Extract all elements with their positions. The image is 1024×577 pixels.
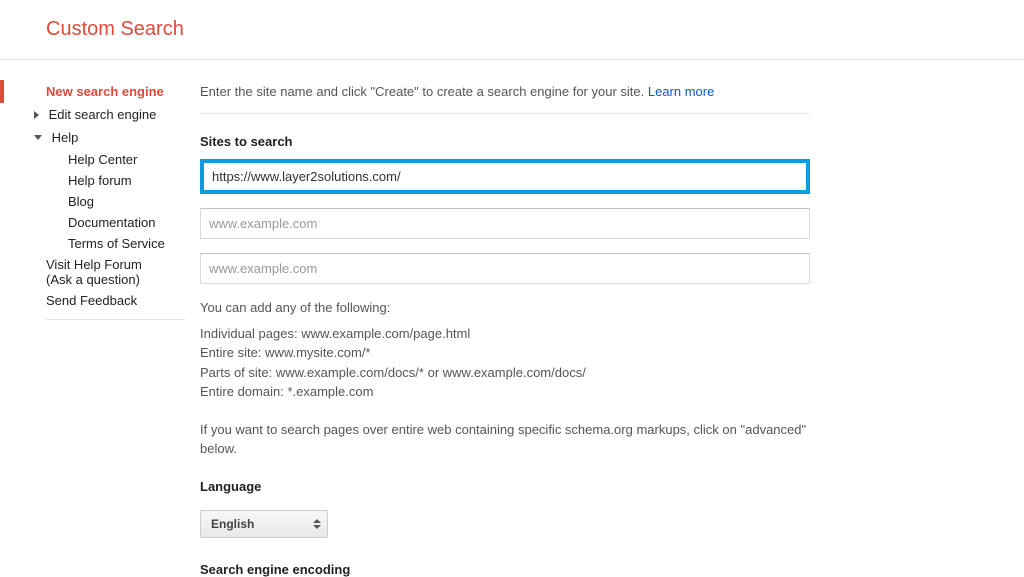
language-select[interactable]: English <box>201 511 327 537</box>
content-container: New search engine Edit search engine Hel… <box>0 60 1024 577</box>
caret-down-icon <box>34 135 42 140</box>
language-select-wrap: English <box>200 510 328 538</box>
add-following-text: You can add any of the following: <box>200 298 810 318</box>
caret-right-icon <box>34 111 39 119</box>
sidebar-item-label: New search engine <box>46 84 164 99</box>
example-domain: Entire domain: *.example.com <box>200 382 810 402</box>
sidebar: New search engine Edit search engine Hel… <box>0 60 200 577</box>
encoding-label: Search engine encoding <box>200 562 810 577</box>
example-parts: Parts of site: www.example.com/docs/* or… <box>200 363 810 383</box>
example-value: : www.mysite.com/* <box>258 345 371 360</box>
example-individual: Individual pages: www.example.com/page.h… <box>200 324 810 344</box>
example-label: Individual pages <box>200 326 294 341</box>
help-examples: Individual pages: www.example.com/page.h… <box>200 324 810 402</box>
intro-text-content: Enter the site name and click "Create" t… <box>200 84 648 99</box>
sidebar-item-documentation[interactable]: Documentation <box>68 212 200 233</box>
visit-forum-line2: (Ask a question) <box>46 272 140 287</box>
sidebar-link-feedback[interactable]: Send Feedback <box>0 290 200 311</box>
sidebar-item-label: Edit search engine <box>49 107 157 122</box>
sidebar-item-help-forum[interactable]: Help forum <box>68 170 200 191</box>
example-value: : *.example.com <box>280 384 373 399</box>
example-value: : www.example.com/page.html <box>294 326 470 341</box>
sidebar-item-edit-search[interactable]: Edit search engine <box>0 103 200 126</box>
example-label: Parts of site <box>200 365 269 380</box>
intro-text: Enter the site name and click "Create" t… <box>200 84 810 114</box>
schema-note: If you want to search pages over entire … <box>200 420 810 459</box>
example-label: Entire site <box>200 345 258 360</box>
help-subnav: Help Center Help forum Blog Documentatio… <box>0 149 200 254</box>
sidebar-item-help[interactable]: Help <box>0 126 200 149</box>
learn-more-link[interactable]: Learn more <box>648 84 714 99</box>
sidebar-item-new-search[interactable]: New search engine <box>0 80 200 103</box>
language-label: Language <box>200 479 810 494</box>
page-header: Custom Search <box>0 0 1024 60</box>
example-label: Entire domain <box>200 384 280 399</box>
sidebar-divider <box>46 319 185 320</box>
sites-to-search-label: Sites to search <box>200 134 810 149</box>
help-block: You can add any of the following: Indivi… <box>200 298 810 402</box>
visit-forum-line1: Visit Help Forum <box>46 257 142 272</box>
site-input-1[interactable] <box>204 163 806 190</box>
app-title: Custom Search <box>46 18 1024 41</box>
example-value: : www.example.com/docs/* or www.example.… <box>269 365 586 380</box>
site-input-row-3 <box>200 253 810 284</box>
sidebar-item-blog[interactable]: Blog <box>68 191 200 212</box>
sidebar-item-label: Help <box>52 130 79 145</box>
site-input-row-2 <box>200 208 810 239</box>
site-input-2[interactable] <box>200 208 810 239</box>
sidebar-link-visit-forum[interactable]: Visit Help Forum (Ask a question) <box>0 254 200 290</box>
main-content: Enter the site name and click "Create" t… <box>200 60 840 577</box>
sidebar-item-help-center[interactable]: Help Center <box>68 149 200 170</box>
site-input-3[interactable] <box>200 253 810 284</box>
sidebar-item-tos[interactable]: Terms of Service <box>68 233 200 254</box>
site-input-row-1 <box>200 159 810 194</box>
example-entire-site: Entire site: www.mysite.com/* <box>200 343 810 363</box>
